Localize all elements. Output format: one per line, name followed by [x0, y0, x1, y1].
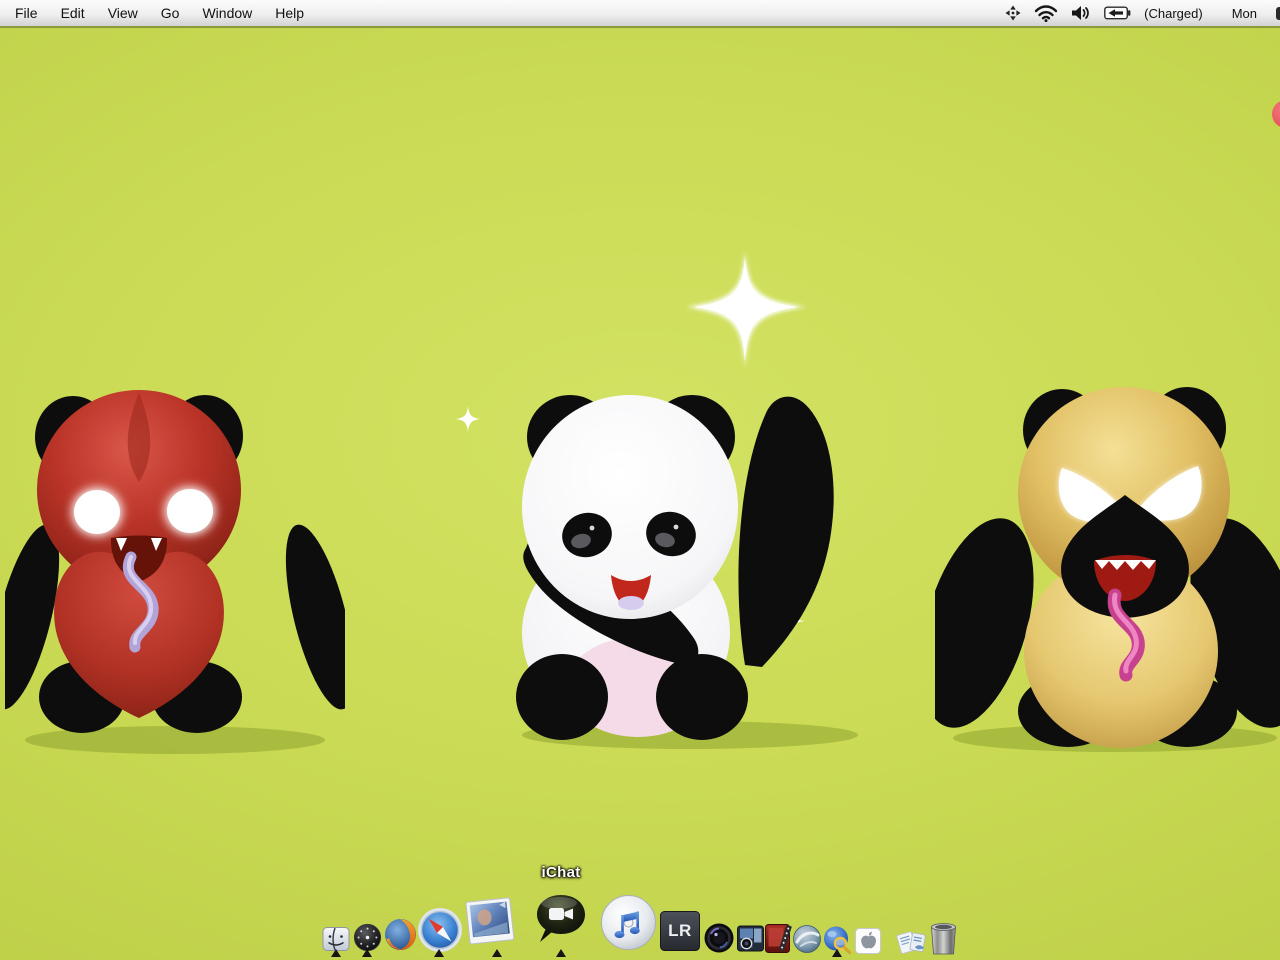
menu-list: File Edit View Go Window Help [15, 0, 304, 26]
dock-item-lightroom[interactable]: LR [659, 910, 701, 952]
menu-bar: File Edit View Go Window Help [0, 0, 1280, 28]
dock-item-firefox[interactable] [383, 917, 418, 952]
dock-item-safari[interactable] [417, 907, 463, 953]
photo-editor-icon [736, 924, 765, 953]
apple-box-icon [854, 927, 882, 955]
clipped-menu-extra-icon [1276, 7, 1280, 20]
volume-icon[interactable] [1071, 5, 1091, 21]
menu-view[interactable]: View [108, 5, 138, 21]
dock-item-quicksilver[interactable] [353, 923, 382, 952]
safari-icon [417, 907, 463, 953]
lightroom-logo-text: LR [659, 910, 701, 952]
menu-file[interactable]: File [15, 5, 38, 21]
red-panda-artwork [5, 385, 345, 760]
menu-help[interactable]: Help [275, 5, 304, 21]
clock-day-label[interactable]: Mon [1232, 6, 1257, 21]
dock-item-documents[interactable] [895, 927, 928, 956]
ichat-icon [531, 891, 592, 952]
desktop: File Edit View Go Window Help [0, 0, 1280, 960]
gold-panda-artwork [935, 373, 1280, 758]
sherlock-icon [822, 925, 852, 955]
four-arrows-icon[interactable] [1005, 5, 1021, 21]
dock-item-camera-lens[interactable] [703, 922, 735, 954]
globe-app-icon [792, 924, 822, 954]
sparkle-large [686, 250, 806, 368]
video-app-icon [764, 923, 792, 954]
battery-icon[interactable] [1104, 6, 1131, 20]
dock-item-ichat[interactable] [531, 891, 592, 952]
finder-icon [322, 925, 350, 953]
dock-item-video-app[interactable] [764, 923, 792, 954]
camera-lens-icon [703, 922, 735, 954]
dock-item-apple-box[interactable] [854, 927, 882, 955]
trash-icon [927, 919, 960, 956]
dock-item-globe-app[interactable] [792, 924, 822, 954]
dock-item-itunes[interactable] [599, 893, 658, 952]
documents-icon [895, 927, 928, 956]
white-panda-artwork [440, 385, 860, 750]
dock-item-trash[interactable] [927, 919, 960, 956]
dock-item-finder[interactable] [322, 925, 350, 953]
wifi-icon[interactable] [1034, 5, 1058, 22]
dock-item-sherlock[interactable] [822, 925, 852, 955]
dock-item-photo-editor[interactable] [736, 924, 765, 953]
quicksilver-icon [353, 923, 382, 952]
dock-item-iphoto[interactable] [461, 894, 518, 951]
firefox-icon [383, 917, 418, 952]
menu-go[interactable]: Go [161, 5, 180, 21]
itunes-icon [599, 893, 658, 952]
clipped-red-circle [1272, 100, 1280, 128]
battery-status-label: (Charged) [1144, 6, 1203, 21]
menu-window[interactable]: Window [202, 5, 252, 21]
iphoto-icon [461, 894, 518, 951]
menu-edit[interactable]: Edit [61, 5, 85, 21]
status-area: (Charged) Mon [1005, 0, 1280, 26]
dock-hover-label: iChat [511, 864, 611, 881]
